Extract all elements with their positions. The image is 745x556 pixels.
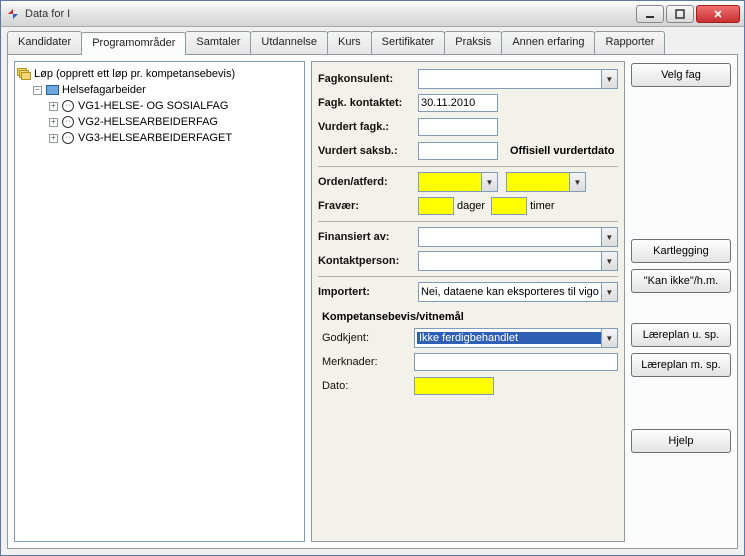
label-kontaktperson: Kontaktperson:: [318, 255, 418, 267]
combo-text: Nei, dataene kan eksporteres til vigo: [421, 286, 615, 298]
vurdert-fagk-input[interactable]: [418, 118, 498, 136]
chevron-down-icon: ▼: [481, 173, 497, 191]
label-merknader: Merknader:: [322, 356, 414, 368]
app-window: Data for I Kandidater Programområder Sam…: [0, 0, 745, 556]
tab-rapporter[interactable]: Rapporter: [594, 31, 665, 54]
tab-programomrader[interactable]: Programområder: [81, 32, 186, 55]
tree-item-vg2[interactable]: + ·· VG2-HELSEARBEIDERFAG: [49, 114, 302, 130]
tree-item-vg3[interactable]: + ·· VG3-HELSEARBEIDERFAGET: [49, 130, 302, 146]
tab-praksis[interactable]: Praksis: [444, 31, 502, 54]
expand-icon[interactable]: +: [49, 134, 58, 143]
chevron-down-icon: ▼: [601, 283, 617, 301]
window-controls: [636, 5, 740, 23]
tree-root-label: Løp (opprett ett løp pr. kompetansebevis…: [34, 66, 235, 82]
label-dager: dager: [457, 200, 485, 212]
importert-combo[interactable]: Nei, dataene kan eksporteres til vigo ▼: [418, 282, 618, 302]
kartlegging-button[interactable]: Kartlegging: [631, 239, 731, 263]
expand-icon[interactable]: +: [49, 102, 58, 111]
orden-combo-1[interactable]: ▼: [418, 172, 498, 192]
tree-panel[interactable]: Løp (opprett ett løp pr. kompetansebevis…: [14, 61, 305, 542]
tree-item-helsefagarbeider[interactable]: − Helsefagarbeider: [33, 82, 302, 98]
expand-icon[interactable]: +: [49, 118, 58, 127]
tree-item-label: Helsefagarbeider: [62, 82, 146, 98]
tab-annen-erfaring[interactable]: Annen erfaring: [501, 31, 595, 54]
laereplan-m-button[interactable]: Læreplan m. sp.: [631, 353, 731, 377]
right-button-panel: Velg fag Kartlegging "Kan ikke"/h.m. Lær…: [631, 61, 731, 542]
label-godkjent: Godkjent:: [322, 332, 414, 344]
fagkonsulent-combo[interactable]: ▼: [418, 69, 618, 89]
label-importert: Importert:: [318, 286, 418, 298]
stack-icon: [17, 67, 31, 81]
divider: [318, 166, 618, 167]
chevron-down-icon: ▼: [601, 228, 617, 246]
divider: [318, 276, 618, 277]
fravaer-timer-input[interactable]: [491, 197, 527, 215]
tree-item-label: VG2-HELSEARBEIDERFAG: [78, 114, 218, 130]
minimize-button[interactable]: [636, 5, 664, 23]
tab-utdannelse[interactable]: Utdannelse: [250, 31, 328, 54]
combo-text: Ikke ferdigbehandlet: [417, 332, 615, 344]
label-orden: Orden/atferd:: [318, 176, 418, 188]
finansiert-combo[interactable]: ▼: [418, 227, 618, 247]
divider: [318, 221, 618, 222]
label-fagkonsulent: Fagkonsulent:: [318, 73, 418, 85]
tree-item-vg1[interactable]: + ·· VG1-HELSE- OG SOSIALFAG: [49, 98, 302, 114]
tab-kandidater[interactable]: Kandidater: [7, 31, 82, 54]
label-dato: Dato:: [322, 380, 414, 392]
chevron-down-icon: ▼: [569, 173, 585, 191]
kontaktperson-combo[interactable]: ▼: [418, 251, 618, 271]
close-button[interactable]: [696, 5, 740, 23]
face-icon: ··: [61, 115, 75, 129]
tab-sertifikater[interactable]: Sertifikater: [371, 31, 446, 54]
merknader-input[interactable]: [414, 353, 618, 371]
chevron-down-icon: ▼: [601, 329, 617, 347]
label-finansiert: Finansiert av:: [318, 231, 418, 243]
tree-root-row[interactable]: Løp (opprett ett løp pr. kompetansebevis…: [17, 66, 302, 82]
label-fagk-kontaktet: Fagk. kontaktet:: [318, 97, 418, 109]
form-panel: Fagkonsulent: ▼ Fagk. kontaktet: Vurdert…: [311, 61, 625, 542]
face-icon: ··: [61, 131, 75, 145]
label-timer: timer: [530, 200, 554, 212]
tab-page: Løp (opprett ett løp pr. kompetansebevis…: [7, 54, 738, 549]
velg-fag-button[interactable]: Velg fag: [631, 63, 731, 87]
orden-combo-2[interactable]: ▼: [506, 172, 586, 192]
tree-item-label: VG1-HELSE- OG SOSIALFAG: [78, 98, 228, 114]
titlebar: Data for I: [1, 1, 744, 27]
label-fravaer: Fravær:: [318, 200, 418, 212]
tree-item-label: VG3-HELSEARBEIDERFAGET: [78, 130, 232, 146]
fagk-kontaktet-input[interactable]: [418, 94, 498, 112]
laereplan-u-button[interactable]: Læreplan u. sp.: [631, 323, 731, 347]
fravaer-dager-input[interactable]: [418, 197, 454, 215]
kompetansebevis-heading: Kompetansebevis/vitnemål: [318, 311, 618, 323]
vurdert-saksb-input[interactable]: [418, 142, 498, 160]
collapse-icon[interactable]: −: [33, 86, 42, 95]
label-vurdert-saksb: Vurdert saksb.:: [318, 145, 418, 157]
tab-samtaler[interactable]: Samtaler: [185, 31, 251, 54]
hjelp-button[interactable]: Hjelp: [631, 429, 731, 453]
label-vurdert-fagk: Vurdert fagk.:: [318, 121, 418, 133]
chevron-down-icon: ▼: [601, 70, 617, 88]
face-icon: ··: [61, 99, 75, 113]
godkjent-combo[interactable]: Ikke ferdigbehandlet ▼: [414, 328, 618, 348]
maximize-button[interactable]: [666, 5, 694, 23]
dato-input[interactable]: [414, 377, 494, 395]
tab-kurs[interactable]: Kurs: [327, 31, 372, 54]
window-title: Data for I: [25, 8, 636, 20]
folder-icon: [45, 83, 59, 97]
chevron-down-icon: ▼: [601, 252, 617, 270]
app-icon: [5, 6, 21, 22]
label-offisiell: Offisiell vurdertdato: [510, 145, 615, 157]
kan-ikke-button[interactable]: "Kan ikke"/h.m.: [631, 269, 731, 293]
tab-bar: Kandidater Programområder Samtaler Utdan…: [1, 27, 744, 54]
